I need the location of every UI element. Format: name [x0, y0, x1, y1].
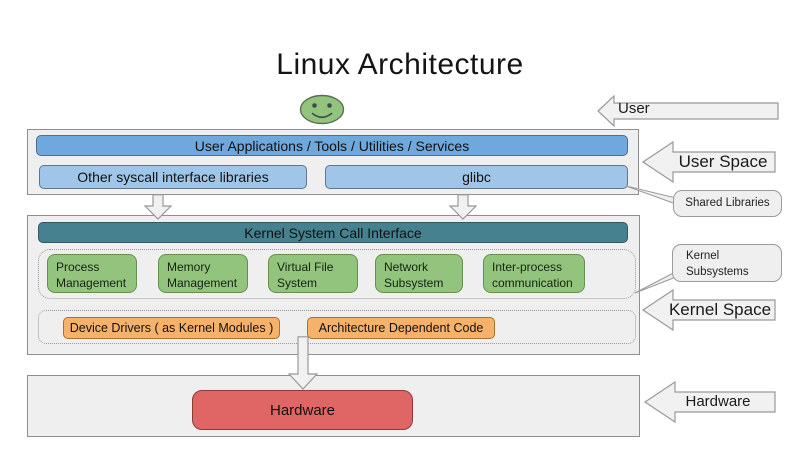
down-arrow-syscall-left-icon — [144, 194, 172, 220]
user-space-arrow-label: User Space — [670, 152, 776, 172]
subsystem-inter-process-communication: Inter-process communication — [483, 254, 585, 293]
architecture-dependent-code-box: Architecture Dependent Code — [307, 317, 495, 339]
other-syscall-libraries-box: Other syscall interface libraries — [39, 165, 307, 189]
user-applications-bar: User Applications / Tools / Utilities / … — [36, 135, 628, 156]
subsystem-process-management: Process Management — [47, 254, 137, 293]
shared-libraries-pointer — [624, 184, 678, 208]
glibc-box: glibc — [325, 165, 628, 189]
down-arrow-hardware-icon — [288, 336, 318, 390]
smiley-user-icon — [299, 94, 345, 125]
kernel-subsystems-callout: Kernel Subsystems — [672, 244, 782, 282]
down-arrow-syscall-right-icon — [449, 194, 477, 220]
kernel-space-arrow-label: Kernel Space — [664, 300, 776, 320]
hardware-box: Hardware — [192, 390, 413, 430]
kernel-syscall-interface-bar: Kernel System Call Interface — [38, 222, 628, 243]
user-arrow-label: User — [618, 100, 650, 117]
subsystem-memory-management: Memory Management — [158, 254, 248, 293]
device-drivers-box: Device Drivers ( as Kernel Modules ) — [63, 317, 280, 339]
diagram-title: Linux Architecture — [0, 48, 800, 82]
hardware-arrow-label: Hardware — [664, 393, 772, 410]
shared-libraries-callout: Shared Libraries — [673, 190, 782, 217]
subsystem-virtual-file-system: Virtual File System — [268, 254, 358, 293]
subsystem-network-subsystem: Network Subsystem — [375, 254, 463, 293]
